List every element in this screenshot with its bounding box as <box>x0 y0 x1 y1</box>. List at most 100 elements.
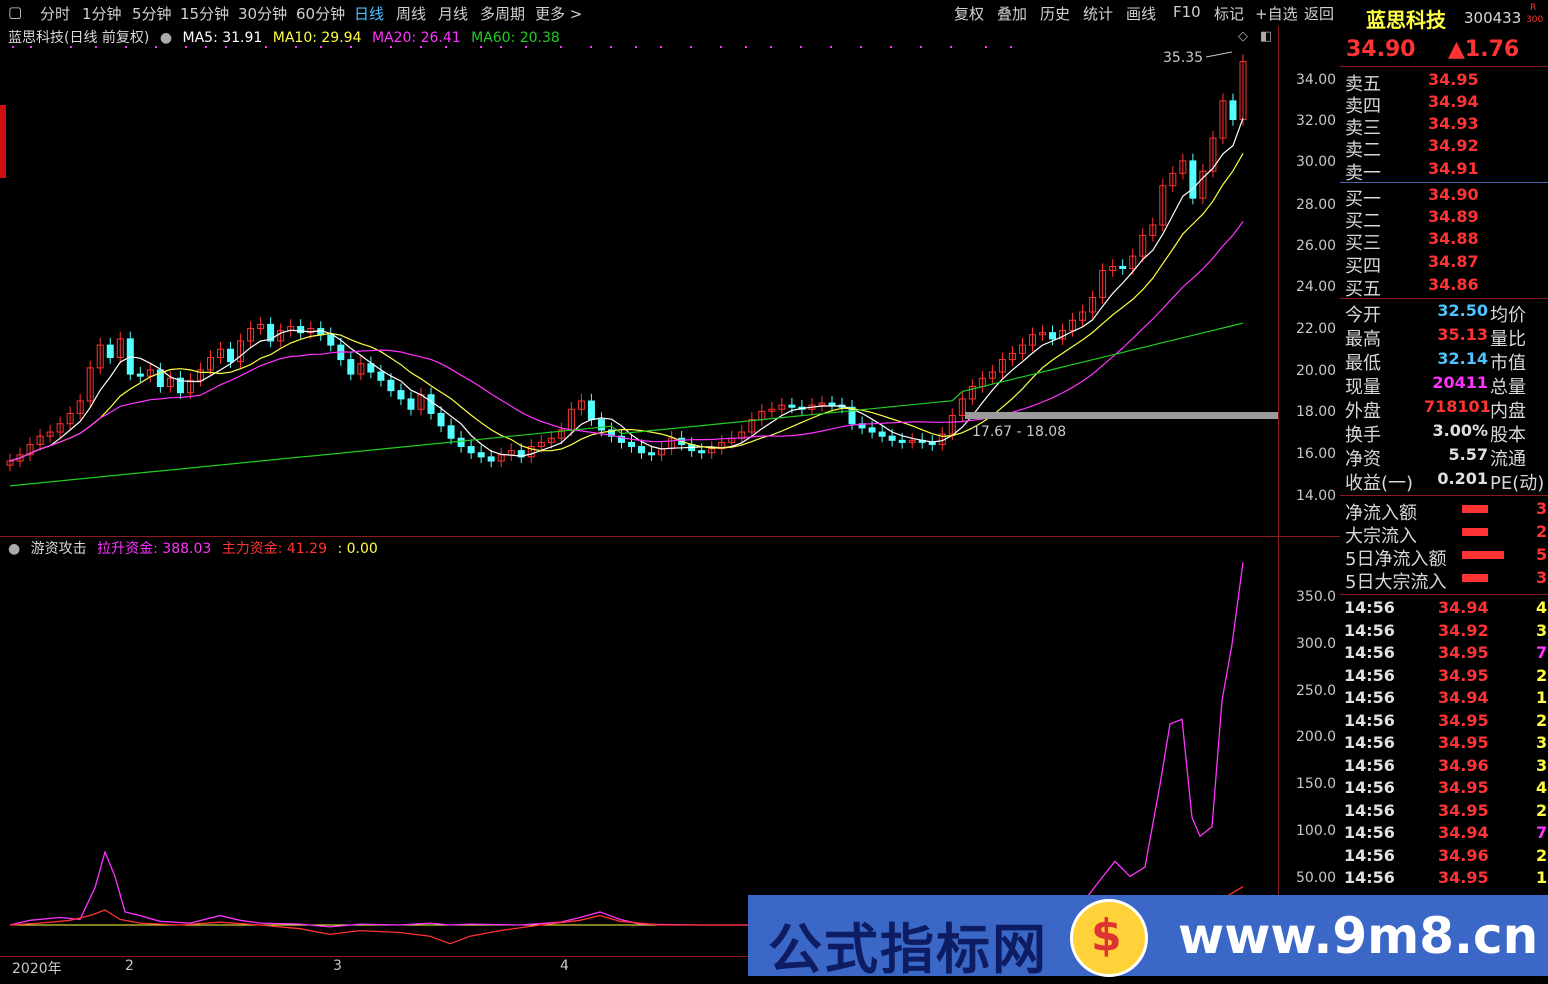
main-divider <box>0 536 1340 537</box>
signal-dot <box>390 46 392 48</box>
candle-body <box>477 452 485 458</box>
ask-price: 34.92 <box>1428 136 1479 155</box>
high-pointer-line <box>1205 51 1233 58</box>
period-tab-monthly[interactable]: 月线 <box>438 3 468 24</box>
period-tab-30min[interactable]: 30分钟 <box>238 3 287 24</box>
tick-time: 14:56 <box>1344 778 1395 797</box>
period-tab-multi[interactable]: 多周期 <box>480 3 525 24</box>
candle-body <box>1049 332 1057 340</box>
period-tab-daily[interactable]: 日线 <box>354 3 384 24</box>
signal-dot <box>1010 46 1012 48</box>
candle-body <box>788 404 796 408</box>
indicator-axis-label: 300.0 <box>1296 636 1337 652</box>
signal-dot <box>560 46 562 48</box>
watermark-logo-icon: $ <box>1070 899 1148 977</box>
signal-dot <box>660 46 662 48</box>
action-fuquan[interactable]: 复权 <box>954 3 984 24</box>
candle-body <box>628 441 636 448</box>
kline-axis-label: 18.00 <box>1296 404 1337 420</box>
indicator-header: ● 游资攻击 拉升资金: 388.03 主力资金: 41.29 : 0.00 <box>8 538 384 558</box>
tick-volume: 7 <box>1536 823 1548 842</box>
period-tab-fenshi[interactable]: 分时 <box>40 3 70 24</box>
period-tab-15min[interactable]: 15分钟 <box>180 3 229 24</box>
stat-row: 外盘 718101 内盘 <box>1340 397 1548 422</box>
flow-value: 2.9 <box>1536 522 1548 541</box>
stat-label: 最低 <box>1345 353 1381 374</box>
tick-row: 14:56 34.95 2 <box>1340 666 1548 688</box>
tick-row: 14:56 34.95 2 <box>1340 801 1548 823</box>
kline-axis-label: 34.00 <box>1296 72 1337 88</box>
watermark-banner: 公式指标网 $ www.9m8.cn <box>748 895 1548 981</box>
candle-body <box>868 427 876 433</box>
period-tab-60min[interactable]: 60分钟 <box>296 3 345 24</box>
signal-dot <box>525 46 527 48</box>
bid-price: 34.90 <box>1428 185 1479 204</box>
flow-label: 5日大宗流入 <box>1345 572 1447 593</box>
stat-value: 5.57 <box>1448 445 1488 464</box>
date-label: 2 <box>125 958 134 974</box>
stat-value: 32.14 <box>1437 349 1488 368</box>
signal-dot <box>320 46 322 48</box>
candle-body <box>387 379 395 392</box>
tick-volume: 3 <box>1536 733 1548 752</box>
signal-dot <box>95 46 97 48</box>
candle-body <box>136 373 144 377</box>
signal-dot <box>950 46 952 48</box>
period-tab-weekly[interactable]: 周线 <box>396 3 426 24</box>
indicator-axis-label: 250.0 <box>1296 683 1337 699</box>
stat-value: 0.201 <box>1437 469 1488 488</box>
ask-price: 34.94 <box>1428 92 1479 111</box>
stat-extra-label: 股本 <box>1490 425 1526 446</box>
action-mark[interactable]: 标记 <box>1214 3 1244 24</box>
action-draw[interactable]: 画线 <box>1126 3 1156 24</box>
action-f10[interactable]: F10 <box>1173 3 1201 21</box>
signal-dot <box>610 46 612 48</box>
period-tab-more[interactable]: 更多 > <box>535 3 582 24</box>
stat-extra-label: 内盘 <box>1490 401 1526 422</box>
tick-volume: 2 <box>1536 665 1548 685</box>
stat-label: 最高 <box>1345 329 1381 350</box>
kline-axis-label: 28.00 <box>1296 197 1337 213</box>
stat-row: 现量 20411 总量 <box>1340 373 1548 398</box>
ask-price: 34.93 <box>1428 114 1479 133</box>
tick-price: 34.94 <box>1438 598 1489 617</box>
tick-volume: 1 <box>1536 688 1548 707</box>
flows-divider <box>1340 495 1548 496</box>
signal-dot <box>830 46 832 48</box>
period-tab-1min[interactable]: 1分钟 <box>82 3 122 24</box>
candle-body <box>397 390 405 400</box>
stock-badge-code: 300 <box>1526 15 1544 25</box>
candle-body <box>227 348 235 363</box>
action-back[interactable]: 返回 <box>1304 3 1334 24</box>
tick-volume: 2 <box>1536 710 1548 730</box>
tick-time: 14:56 <box>1344 845 1395 865</box>
bid-price: 34.89 <box>1428 207 1479 226</box>
action-overlay[interactable]: 叠加 <box>997 3 1027 24</box>
action-stats[interactable]: 统计 <box>1083 3 1113 24</box>
bid-price: 34.87 <box>1428 252 1479 271</box>
left-red-marker <box>0 105 6 178</box>
tick-time: 14:56 <box>1344 710 1395 730</box>
stat-row: 收益(一) 0.201 PE(动) <box>1340 469 1548 494</box>
kline-chart[interactable] <box>0 26 1278 536</box>
tick-volume: 7 <box>1536 643 1548 662</box>
indicator-axis-label: 350.0 <box>1296 589 1337 605</box>
candle-body <box>648 452 656 456</box>
tick-row: 14:56 34.94 7 <box>1340 823 1548 845</box>
tick-price: 34.94 <box>1438 688 1489 707</box>
square-icon[interactable]: ▢ <box>8 3 22 21</box>
stat-extra-label: 流通 <box>1490 449 1526 470</box>
ma5-line <box>9 117 1244 462</box>
bid-row: 买二 34.89 <box>1340 207 1548 232</box>
action-history[interactable]: 历史 <box>1040 3 1070 24</box>
candle-body <box>1189 160 1197 199</box>
stat-label: 今开 <box>1345 305 1381 326</box>
action-add-watchlist[interactable]: +自选 <box>1255 3 1298 24</box>
indicator-settings-icon[interactable]: ● <box>8 541 20 557</box>
signal-dot <box>920 46 922 48</box>
stat-value: 32.50 <box>1437 301 1488 320</box>
candle-body <box>638 446 646 454</box>
ask-row: 卖一 34.91 <box>1340 159 1548 184</box>
period-tab-5min[interactable]: 5分钟 <box>132 3 172 24</box>
tick-price: 34.95 <box>1438 733 1489 752</box>
